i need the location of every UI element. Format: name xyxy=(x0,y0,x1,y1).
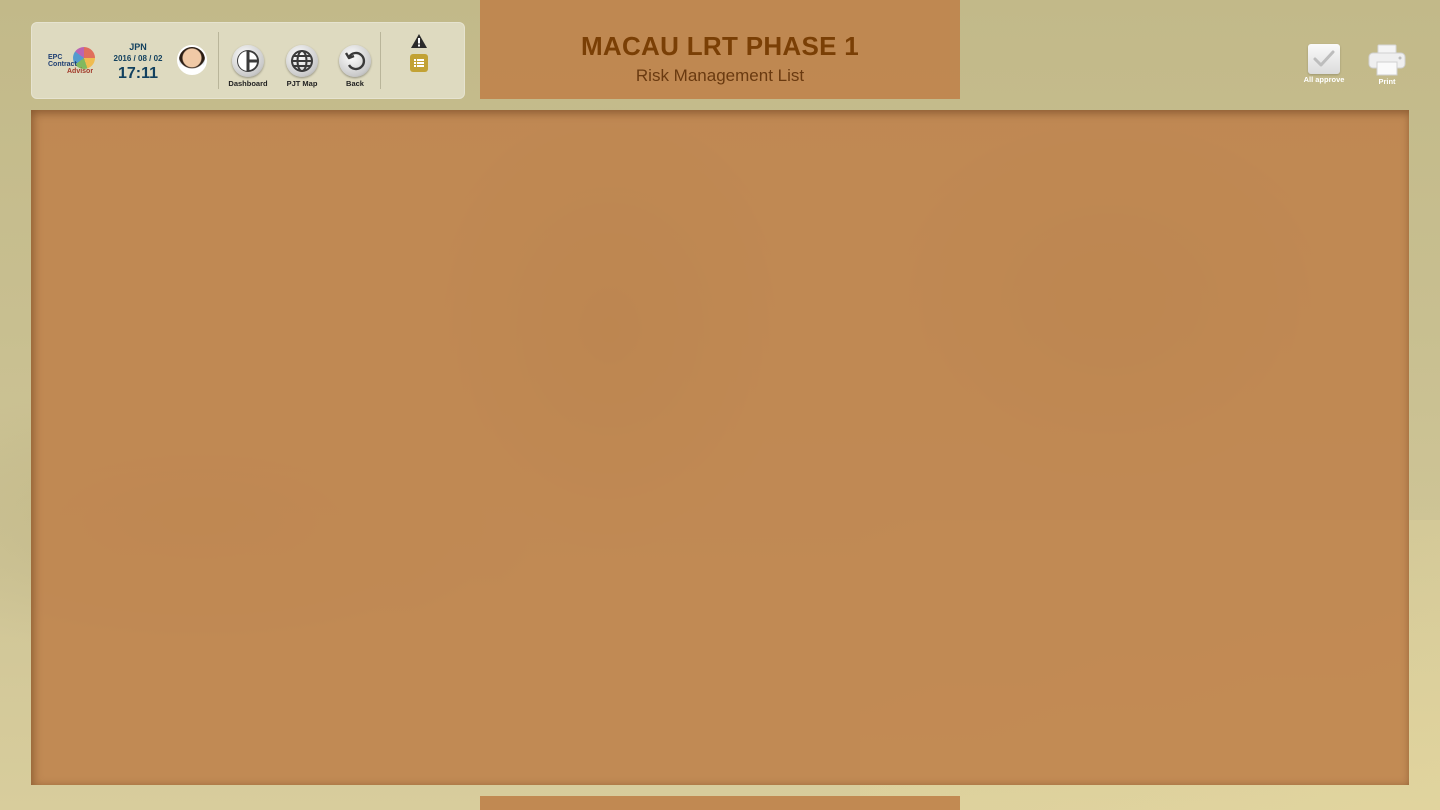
all-approve-label: All approve xyxy=(1303,75,1345,84)
control-bar: EPC Contract Advisor JPN 2016 / 08 / 02 … xyxy=(31,22,465,99)
list-icon[interactable] xyxy=(410,54,428,72)
divider xyxy=(380,32,381,89)
print-button[interactable]: Print xyxy=(1357,44,1417,86)
all-approve-button[interactable]: All approve xyxy=(1294,44,1354,84)
divider xyxy=(218,32,219,89)
logo-text-line3: Advisor xyxy=(67,68,94,75)
checkmark-icon xyxy=(1308,44,1340,74)
dashboard-button[interactable]: Dashboard xyxy=(226,45,270,88)
printer-icon xyxy=(1367,44,1407,76)
risk-list-panel xyxy=(31,110,1409,785)
page-subtitle: Risk Management List xyxy=(635,66,805,85)
pjt-map-label: PJT Map xyxy=(286,79,318,88)
back-button[interactable]: Back xyxy=(333,45,377,88)
globe-icon xyxy=(286,45,318,77)
back-label: Back xyxy=(346,79,364,88)
footer-panel xyxy=(480,796,960,810)
logo-text-line2: Contract xyxy=(48,61,77,68)
clock: JPN 2016 / 08 / 02 17:11 xyxy=(107,42,169,83)
alert-icon[interactable] xyxy=(410,33,428,49)
dashboard-label: Dashboard xyxy=(228,79,268,88)
user-avatar[interactable] xyxy=(177,45,207,75)
back-arrow-icon xyxy=(339,45,371,77)
clock-timezone: JPN xyxy=(129,42,147,52)
epc-contract-advisor-logo: EPC Contract Advisor xyxy=(45,46,97,76)
logo-text-line1: EPC xyxy=(48,54,63,61)
clock-time: 17:11 xyxy=(117,65,159,82)
pjt-map-button[interactable]: PJT Map xyxy=(280,45,324,88)
title-panel: MACAU LRT PHASE 1 Risk Management List xyxy=(480,0,960,99)
page-title: MACAU LRT PHASE 1 xyxy=(580,31,860,61)
clock-date: 2016 / 08 / 02 xyxy=(113,54,163,63)
dashboard-icon xyxy=(232,45,264,77)
print-label: Print xyxy=(1378,77,1396,86)
